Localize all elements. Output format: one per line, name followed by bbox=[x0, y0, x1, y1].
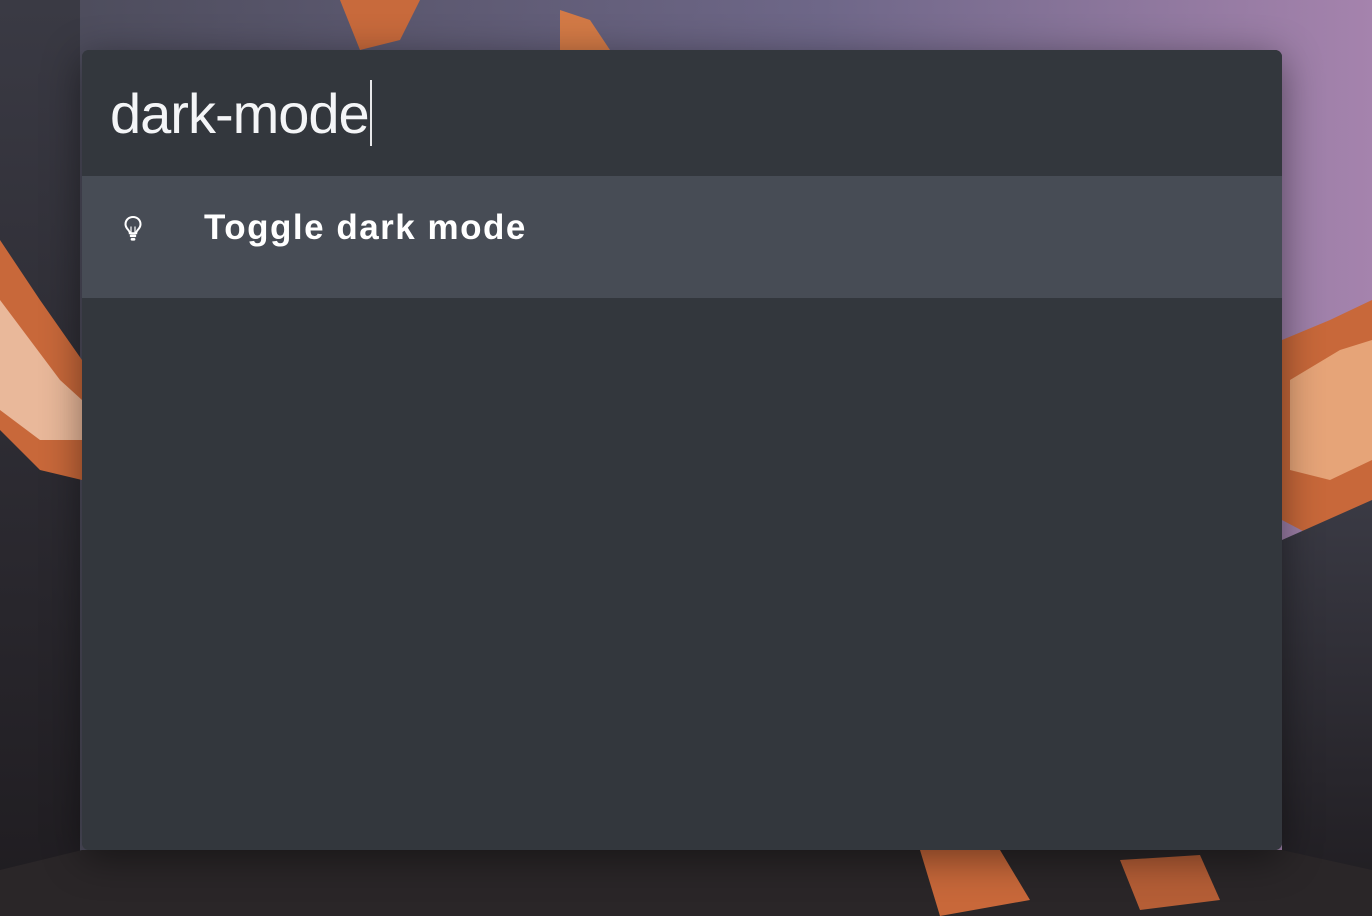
search-query-text: dark-mode bbox=[110, 81, 370, 145]
search-bar: dark-mode bbox=[82, 50, 1282, 176]
text-caret bbox=[369, 80, 372, 146]
lightbulb-icon bbox=[124, 215, 142, 241]
result-item-toggle-dark-mode[interactable]: Toggle dark mode bbox=[82, 176, 1282, 298]
result-label: Toggle dark mode bbox=[204, 208, 527, 247]
search-input[interactable]: dark-mode bbox=[110, 78, 372, 148]
results-list: Toggle dark mode bbox=[82, 176, 1282, 850]
launcher-window: dark-mode Toggle dark mode bbox=[82, 50, 1282, 850]
